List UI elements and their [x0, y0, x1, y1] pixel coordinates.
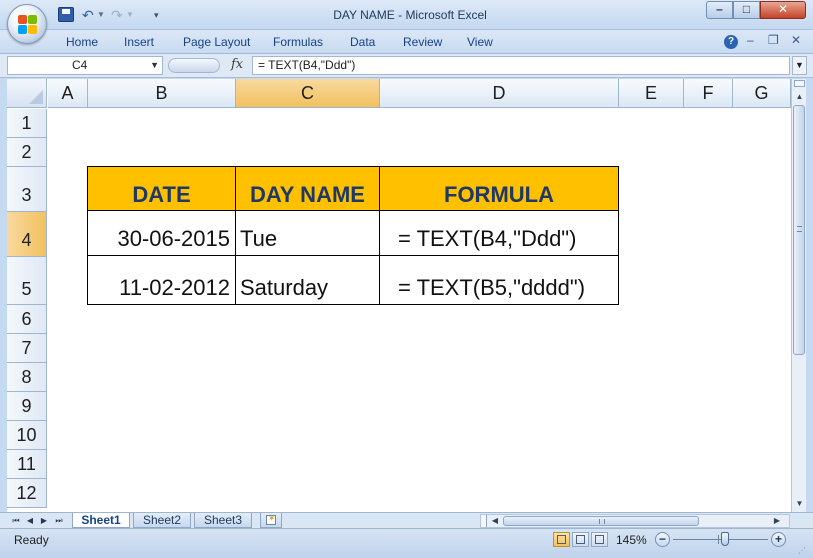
formula-bar-separator [168, 58, 220, 73]
column-header-e[interactable]: E [619, 79, 684, 108]
page-layout-view-icon[interactable] [572, 532, 589, 547]
vertical-scroll-thumb[interactable] [793, 105, 805, 355]
formula-input[interactable]: = TEXT(B4,"Ddd") [252, 56, 790, 75]
cell-b5-date[interactable]: 11-02-2012 [87, 255, 236, 305]
sheet-tab-sheet3[interactable]: Sheet3 [194, 513, 252, 528]
scroll-down-icon[interactable]: ▼ [792, 496, 807, 511]
row-header-8[interactable]: 8 [7, 363, 47, 392]
tab-home[interactable]: Home [66, 35, 98, 49]
column-header-f[interactable]: F [684, 79, 733, 108]
worksheet: A B C D E F G 1 2 3 4 5 6 7 8 9 10 11 12… [0, 79, 813, 512]
row-header-6[interactable]: 6 [7, 305, 47, 334]
split-box-horizontal[interactable] [481, 515, 487, 527]
new-sheet-icon: ✶ [266, 513, 276, 525]
frame-right [806, 79, 813, 512]
row-header-11[interactable]: 11 [7, 450, 47, 479]
table-header-formula[interactable]: FORMULA [379, 166, 619, 211]
first-sheet-icon[interactable]: ⏮ [10, 514, 22, 527]
split-box-vertical[interactable] [794, 80, 805, 87]
name-box[interactable]: C4 ▼ [7, 56, 163, 75]
zoom-level[interactable]: 145% [616, 533, 647, 547]
scroll-left-icon[interactable]: ◀ [489, 515, 501, 527]
row-header-5[interactable]: 5 [7, 257, 47, 305]
resize-grip-icon[interactable]: ⋰ [798, 545, 810, 557]
scroll-right-icon[interactable]: ▶ [771, 515, 783, 527]
sheet-tabs-bar: ⏮ ◀ ▶ ⏭ Sheet1 Sheet2 Sheet3 ✶ ◀ ▶ [0, 512, 813, 528]
normal-view-icon[interactable] [553, 532, 570, 547]
title-bar: ↶ ▼ ↷ ▼ ▾ DAY NAME - Microsoft Excel – □… [0, 0, 813, 30]
row-header-3[interactable]: 3 [7, 167, 47, 212]
row-header-1[interactable]: 1 [7, 109, 47, 138]
name-box-dropdown-icon[interactable]: ▼ [150, 57, 159, 74]
office-logo-icon [18, 15, 38, 35]
column-header-d[interactable]: D [380, 79, 619, 108]
insert-function-icon[interactable]: fx [231, 57, 243, 72]
previous-sheet-icon[interactable]: ◀ [24, 514, 36, 527]
tab-review[interactable]: Review [403, 35, 442, 49]
formula-bar: C4 ▼ fx = TEXT(B4,"Ddd") ▼ [0, 54, 813, 78]
tab-insert[interactable]: Insert [124, 35, 154, 49]
sheet-tab-sheet1[interactable]: Sheet1 [72, 513, 130, 528]
workbook-close-icon[interactable]: ✕ [791, 33, 801, 47]
column-header-g[interactable]: G [733, 79, 791, 108]
redo-dropdown-icon[interactable]: ▼ [126, 7, 134, 23]
workbook-restore-icon[interactable]: ❐ [768, 33, 779, 47]
ribbon-tabs: Home Insert Page Layout Formulas Data Re… [0, 30, 813, 54]
zoom-slider-thumb[interactable] [721, 532, 729, 546]
page-break-preview-icon[interactable] [591, 532, 608, 547]
table-header-day-name[interactable]: DAY NAME [235, 166, 380, 211]
zoom-in-icon[interactable]: + [771, 532, 786, 547]
excel-window: ↶ ▼ ↷ ▼ ▾ DAY NAME - Microsoft Excel – □… [0, 0, 813, 558]
zoom-out-icon[interactable]: − [655, 532, 670, 547]
last-sheet-icon[interactable]: ⏭ [53, 514, 65, 527]
expand-formula-bar-icon[interactable]: ▼ [792, 56, 807, 75]
cell-d4-formula-text[interactable]: = TEXT(B4,"Ddd") [379, 210, 619, 256]
scroll-up-icon[interactable]: ▲ [792, 89, 807, 104]
name-box-value: C4 [72, 58, 88, 72]
cell-c4-day-name[interactable]: Tue [235, 210, 380, 256]
column-header-b[interactable]: B [88, 79, 236, 108]
insert-worksheet-button[interactable]: ✶ [260, 513, 282, 528]
close-button[interactable]: ✕ [760, 1, 806, 19]
zoom-slider-center-mark [718, 535, 719, 544]
help-icon[interactable]: ? [724, 35, 738, 49]
cell-c5-day-name[interactable]: Saturday [235, 255, 380, 305]
minimize-button[interactable]: – [706, 1, 733, 19]
save-icon[interactable] [58, 7, 74, 22]
office-button[interactable] [7, 4, 47, 44]
sheet-tab-sheet2[interactable]: Sheet2 [133, 513, 191, 528]
vertical-scrollbar[interactable]: ▲ ▼ [791, 79, 806, 512]
window-title: DAY NAME - Microsoft Excel [333, 8, 487, 22]
undo-dropdown-icon[interactable]: ▼ [97, 7, 105, 23]
tab-data[interactable]: Data [350, 35, 375, 49]
column-header-c[interactable]: C [236, 79, 380, 108]
row-header-2[interactable]: 2 [7, 138, 47, 167]
table-header-date[interactable]: DATE [87, 166, 236, 211]
workbook-minimize-icon[interactable]: – [747, 33, 754, 47]
row-header-7[interactable]: 7 [7, 334, 47, 363]
status-mode: Ready [14, 533, 49, 547]
tab-page-layout[interactable]: Page Layout [183, 35, 250, 49]
redo-icon[interactable]: ↷ [111, 7, 125, 23]
tab-formulas[interactable]: Formulas [273, 35, 323, 49]
frame-left [0, 79, 7, 512]
column-header-a[interactable]: A [48, 79, 88, 108]
next-sheet-icon[interactable]: ▶ [38, 514, 50, 527]
status-bar: Ready 145% − + ⋰ [0, 528, 813, 558]
row-header-12[interactable]: 12 [7, 479, 47, 508]
tab-view[interactable]: View [467, 35, 493, 49]
horizontal-scroll-thumb[interactable] [503, 516, 699, 526]
select-all-button[interactable] [7, 79, 47, 108]
undo-icon[interactable]: ↶ [82, 7, 96, 23]
row-header-10[interactable]: 10 [7, 421, 47, 450]
row-header-9[interactable]: 9 [7, 392, 47, 421]
horizontal-scrollbar[interactable]: ◀ ▶ [480, 514, 790, 528]
cell-b4-date[interactable]: 30-06-2015 [87, 210, 236, 256]
cell-d5-formula-text[interactable]: = TEXT(B5,"dddd") [379, 255, 619, 305]
maximize-button[interactable]: □ [733, 1, 760, 19]
customize-toolbar-icon[interactable]: ▾ [154, 7, 164, 23]
row-header-4[interactable]: 4 [7, 212, 47, 257]
